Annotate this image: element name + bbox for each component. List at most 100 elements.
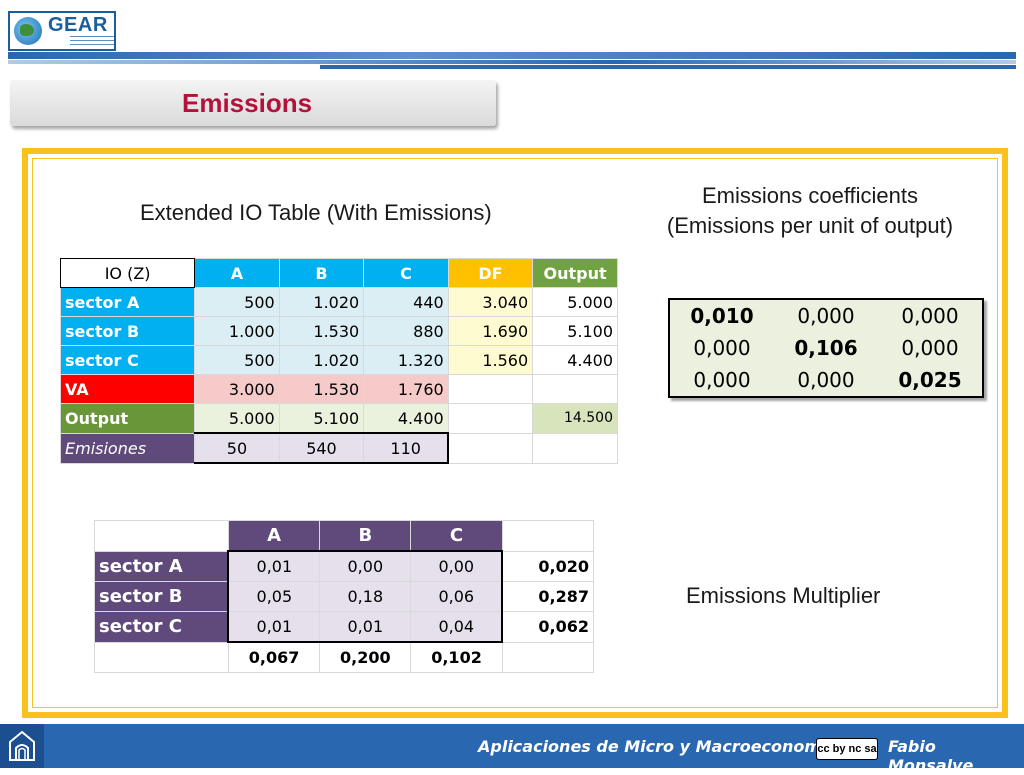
io-cell: 1.560 <box>447 345 534 375</box>
multiplier-cell-empty <box>501 520 595 552</box>
course-name: Aplicaciones de Micro y Macroeconomía <box>478 737 838 756</box>
io-cell: 3.000 <box>194 374 280 404</box>
io-cell: 1.760 <box>363 374 449 404</box>
coefficients-caption-line2: (Emissions per unit of output) <box>666 213 954 238</box>
slide-title: Emissions <box>182 88 313 118</box>
multiplier-row-total: 0,287 <box>501 581 595 612</box>
multiplier-cell: 0,01 <box>319 611 412 643</box>
gear-logo: GEAR <box>8 11 116 51</box>
io-cell: 5.000 <box>194 403 280 434</box>
multiplier-cell: 0,00 <box>319 550 412 582</box>
multiplier-cell-empty <box>94 641 229 673</box>
io-header-cell: DF <box>447 258 534 288</box>
coefficients-caption: Emissions coefficients (Emissions per un… <box>640 183 980 239</box>
io-cell: 4.400 <box>363 403 449 434</box>
multiplier-cell: 0,05 <box>227 581 321 612</box>
io-table-caption: Extended IO Table (With Emissions) <box>140 200 492 225</box>
io-output-row: Output 5.000 5.100 4.400 14.500 <box>59 403 618 434</box>
io-row-label: Output <box>59 403 196 434</box>
coefficients-caption-line1: Emissions coefficients <box>701 183 918 208</box>
multiplier-row: sector B 0,05 0,18 0,06 0,287 <box>94 581 595 612</box>
multiplier-cell-empty <box>501 641 595 673</box>
io-cell: 1.690 <box>447 316 534 346</box>
multiplier-row-total: 0,062 <box>501 611 595 643</box>
coefficients-row: 0,000 0,106 0,000 <box>669 332 983 364</box>
io-header-cell: IO (Z) <box>59 258 196 288</box>
multiplier-row-label: sector C <box>94 611 229 643</box>
coefficient-cell: 0,000 <box>669 332 774 364</box>
multiplier-header-cell: C <box>410 520 503 552</box>
io-row-label: sector A <box>59 287 196 317</box>
multiplier-row-label: sector B <box>94 581 229 612</box>
multiplier-column-total: 0,200 <box>319 641 412 673</box>
coefficient-cell: 0,000 <box>878 299 983 332</box>
io-row-label: sector B <box>59 316 196 346</box>
multiplier-cell: 0,00 <box>410 550 504 582</box>
coefficient-cell: 0,010 <box>669 299 774 332</box>
multiplier-row: sector C 0,01 0,01 0,04 0,062 <box>94 611 595 643</box>
io-header-cell: A <box>194 258 280 288</box>
io-total-output: 14.500 <box>532 403 618 434</box>
io-emissions-row: Emisiones 50 540 110 <box>59 432 618 464</box>
io-header-cell: B <box>278 258 365 288</box>
university-logo <box>0 724 44 768</box>
io-cell-empty <box>447 432 534 464</box>
author-name: Fabio Monsalve <box>888 737 974 775</box>
io-row: sector C 500 1.020 1.320 1.560 4.400 <box>59 345 618 375</box>
io-header-cell: C <box>363 258 449 288</box>
io-cell: 540 <box>278 432 365 464</box>
io-cell: 1.020 <box>278 345 365 375</box>
coefficients-matrix: 0,010 0,000 0,000 0,000 0,106 0,000 0,00… <box>668 298 984 398</box>
multiplier-cell-empty <box>94 520 229 552</box>
io-cell: 4.400 <box>532 345 618 375</box>
io-cell: 880 <box>363 316 449 346</box>
slide-title-box: Emissions <box>10 80 496 126</box>
multiplier-column-total: 0,067 <box>227 641 321 673</box>
logo-text: GEAR <box>48 14 108 36</box>
io-cell: 5.100 <box>278 403 365 434</box>
io-cell: 1.320 <box>363 345 449 375</box>
multiplier-caption: Emissions Multiplier <box>686 583 881 608</box>
multiplier-totals-row: 0,067 0,200 0,102 <box>94 641 595 673</box>
multiplier-column-total: 0,102 <box>410 641 503 673</box>
multiplier-cell: 0,01 <box>227 611 321 643</box>
coefficient-cell: 0,000 <box>669 364 774 397</box>
multiplier-table: A B C sector A 0,01 0,00 0,00 0,020 sect… <box>94 520 595 673</box>
multiplier-row-total: 0,020 <box>501 550 595 582</box>
io-cell-empty <box>447 403 534 434</box>
coefficients-row: 0,010 0,000 0,000 <box>669 299 983 332</box>
coefficient-cell: 0,025 <box>878 364 983 397</box>
io-cell: 440 <box>363 287 449 317</box>
university-crest-icon <box>9 730 35 761</box>
io-cell: 1.020 <box>278 287 365 317</box>
coefficient-cell: 0,000 <box>774 299 878 332</box>
io-cell: 3.040 <box>447 287 534 317</box>
io-cell: 500 <box>194 287 280 317</box>
io-cell-empty <box>532 432 618 464</box>
io-cell: 5.100 <box>532 316 618 346</box>
multiplier-row: sector A 0,01 0,00 0,00 0,020 <box>94 550 595 582</box>
multiplier-cell: 0,06 <box>410 581 504 612</box>
multiplier-header-row: A B C <box>94 520 595 552</box>
io-cell: 1.530 <box>278 374 365 404</box>
io-table: IO (Z) A B C DF Output sector A 500 1.02… <box>59 258 618 464</box>
multiplier-cell: 0,01 <box>227 550 321 582</box>
io-cell: 110 <box>363 432 450 464</box>
creative-commons-badge: cc by nc sa <box>816 738 878 760</box>
coefficients-row: 0,000 0,000 0,025 <box>669 364 983 397</box>
io-cell: 50 <box>194 432 280 464</box>
io-va-row: VA 3.000 1.530 1.760 <box>59 374 618 404</box>
multiplier-row-label: sector A <box>94 550 229 582</box>
io-row-label: VA <box>59 374 196 404</box>
coefficient-cell: 0,000 <box>774 364 878 397</box>
multiplier-header-cell: B <box>319 520 412 552</box>
header-stripe <box>320 65 1016 69</box>
logo-tagline <box>70 36 114 48</box>
footer-bar: Aplicaciones de Micro y Macroeconomía cc… <box>0 724 1024 775</box>
io-header-row: IO (Z) A B C DF Output <box>59 258 618 288</box>
header-stripe <box>8 52 1016 59</box>
io-cell-empty <box>532 374 618 404</box>
io-row-label: sector C <box>59 345 196 375</box>
io-cell: 500 <box>194 345 280 375</box>
multiplier-header-cell: A <box>227 520 321 552</box>
